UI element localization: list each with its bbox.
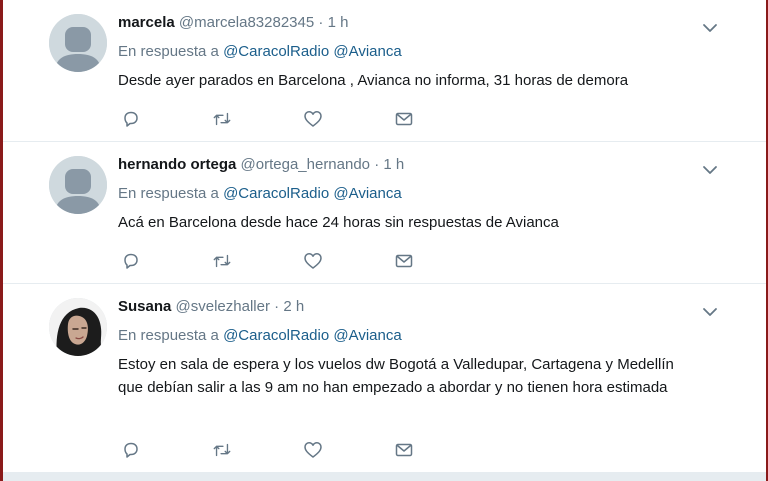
display-name[interactable]: marcela <box>118 14 175 31</box>
mention-link[interactable]: @Avianca <box>333 327 401 344</box>
like-icon[interactable] <box>303 251 323 271</box>
reply-context: En respuesta a @CaracolRadio @Avianca <box>118 41 746 62</box>
tweet[interactable]: hernando ortega @ortega_hernando · 1 h E… <box>3 142 766 284</box>
display-name[interactable]: Susana <box>118 298 171 315</box>
timestamp[interactable]: 1 h <box>328 14 349 31</box>
photo-avatar[interactable] <box>49 298 107 356</box>
tweet-text: Acá en Barcelona desde hace 24 horas sin… <box>118 214 559 231</box>
separator-dot: · <box>318 14 324 31</box>
chevron-down-icon[interactable] <box>702 162 718 178</box>
retweet-icon[interactable] <box>212 251 232 271</box>
tweet[interactable]: Susana @svelezhaller · 2 h En respuesta … <box>3 284 766 472</box>
chevron-down-icon[interactable] <box>702 20 718 36</box>
like-icon[interactable] <box>303 109 323 129</box>
timestamp[interactable]: 1 h <box>383 156 404 173</box>
reply-icon[interactable] <box>121 440 141 460</box>
mention-link[interactable]: @Avianca <box>333 43 401 60</box>
reply-prefix: En respuesta a <box>118 185 219 202</box>
tweet-header: Susana @svelezhaller · 2 h <box>118 296 746 317</box>
reply-context: En respuesta a @CaracolRadio @Avianca <box>118 183 746 204</box>
reply-icon[interactable] <box>121 109 141 129</box>
display-name[interactable]: hernando ortega <box>118 156 236 173</box>
direct-message-icon[interactable] <box>394 109 414 129</box>
reply-context: En respuesta a @CaracolRadio @Avianca <box>118 325 746 346</box>
tweet-header: hernando ortega @ortega_hernando · 1 h <box>118 154 746 175</box>
mention-link[interactable]: @CaracolRadio <box>223 327 329 344</box>
tweet-text: Estoy en sala de espera y los vuelos dw … <box>118 356 674 396</box>
tweet-text: Desde ayer parados en Barcelona , Avianc… <box>118 72 629 89</box>
tweet-actions <box>121 109 485 129</box>
tweet-feed: marcela @marcela83282345 · 1 h En respue… <box>3 0 766 472</box>
separator-dot: · <box>274 298 280 315</box>
tweet-actions <box>121 440 485 460</box>
mention-link[interactable]: @CaracolRadio <box>223 43 329 60</box>
timestamp[interactable]: 2 h <box>283 298 304 315</box>
default-avatar-icon[interactable] <box>49 156 107 214</box>
direct-message-icon[interactable] <box>394 251 414 271</box>
retweet-icon[interactable] <box>212 109 232 129</box>
default-avatar-icon[interactable] <box>49 14 107 72</box>
reply-prefix: En respuesta a <box>118 43 219 60</box>
tweet-actions <box>121 251 485 271</box>
mention-link[interactable]: @Avianca <box>333 185 401 202</box>
reply-prefix: En respuesta a <box>118 327 219 344</box>
separator-dot: · <box>374 156 380 173</box>
user-handle[interactable]: @ortega_hernando <box>241 156 371 173</box>
chevron-down-icon[interactable] <box>702 304 718 320</box>
user-handle[interactable]: @marcela83282345 <box>179 14 314 31</box>
mention-link[interactable]: @CaracolRadio <box>223 185 329 202</box>
reply-icon[interactable] <box>121 251 141 271</box>
tweet[interactable]: marcela @marcela83282345 · 1 h En respue… <box>3 0 766 142</box>
direct-message-icon[interactable] <box>394 440 414 460</box>
user-handle[interactable]: @svelezhaller <box>176 298 270 315</box>
like-icon[interactable] <box>303 440 323 460</box>
tweet-header: marcela @marcela83282345 · 1 h <box>118 12 746 33</box>
retweet-icon[interactable] <box>212 440 232 460</box>
feed-bottom-divider <box>3 472 766 481</box>
